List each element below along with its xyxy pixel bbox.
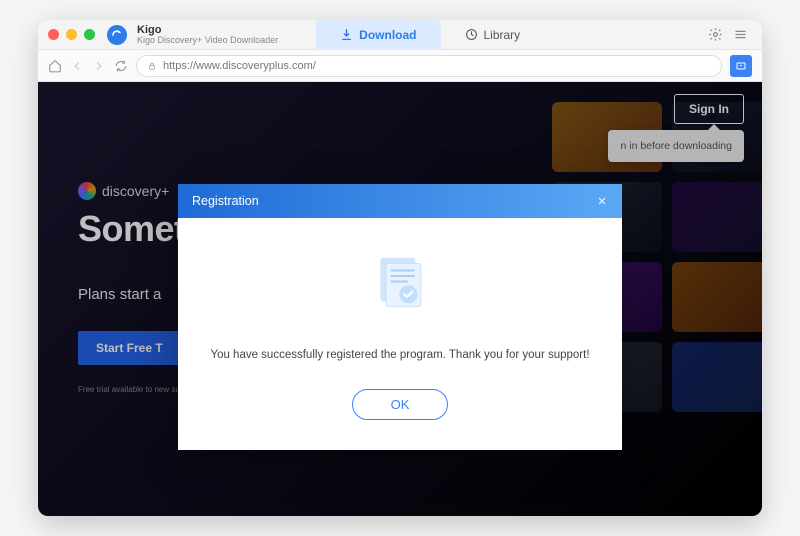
app-window: Kigo Kigo Discovery+ Video Downloader Do… (38, 20, 762, 516)
app-logo-icon (107, 25, 127, 45)
library-icon (465, 28, 478, 41)
registration-modal: Registration You have successfully regis… (178, 184, 622, 450)
tab-download-label: Download (359, 28, 416, 42)
modal-message: You have successfully registered the pro… (206, 349, 594, 361)
capture-button[interactable] (730, 55, 752, 77)
tab-library-label: Library (484, 28, 521, 42)
home-icon[interactable] (48, 59, 62, 73)
page-content: discovery+ Somet Plans start a Start Fre… (38, 82, 762, 516)
back-icon[interactable] (70, 59, 84, 73)
tab-library[interactable]: Library (441, 20, 545, 50)
modal-body: You have successfully registered the pro… (178, 218, 622, 450)
modal-title: Registration (192, 194, 259, 208)
maximize-window-button[interactable] (84, 29, 95, 40)
lock-icon (147, 61, 157, 71)
app-name: Kigo (137, 24, 278, 36)
browser-toolbar: https://www.discoveryplus.com/ (38, 50, 762, 82)
forward-icon[interactable] (92, 59, 106, 73)
ok-button[interactable]: OK (352, 389, 449, 420)
download-icon (340, 28, 353, 41)
url-text: https://www.discoveryplus.com/ (163, 60, 316, 72)
document-success-icon (365, 248, 435, 318)
url-bar[interactable]: https://www.discoveryplus.com/ (136, 55, 722, 77)
menu-icon[interactable] (733, 27, 748, 42)
reload-icon[interactable] (114, 59, 128, 73)
close-window-button[interactable] (48, 29, 59, 40)
main-tabs: Download Library (316, 20, 700, 50)
app-title: Kigo Kigo Discovery+ Video Downloader (137, 24, 278, 46)
tab-download[interactable]: Download (316, 20, 440, 50)
window-controls (48, 29, 95, 40)
title-actions (708, 27, 748, 42)
app-subtitle: Kigo Discovery+ Video Downloader (137, 36, 278, 46)
close-icon[interactable] (596, 195, 608, 207)
minimize-window-button[interactable] (66, 29, 77, 40)
capture-icon (735, 60, 747, 72)
settings-icon[interactable] (708, 27, 723, 42)
modal-header: Registration (178, 184, 622, 218)
titlebar: Kigo Kigo Discovery+ Video Downloader Do… (38, 20, 762, 50)
